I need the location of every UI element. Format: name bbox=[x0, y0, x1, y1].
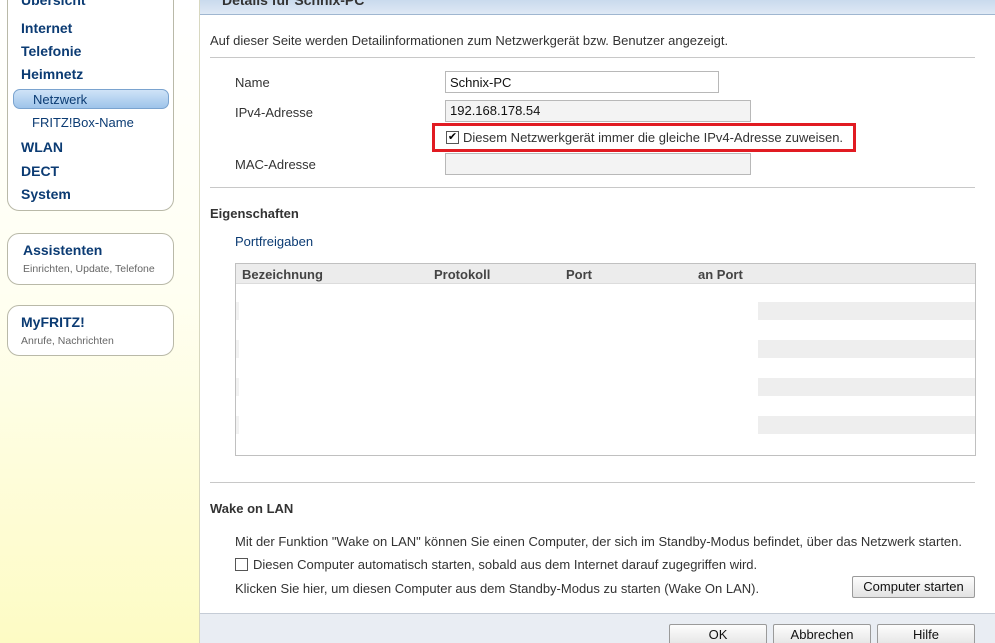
same-ip-checkbox[interactable]: ✔ bbox=[446, 131, 459, 144]
name-input[interactable] bbox=[445, 71, 719, 93]
table-row-stripe bbox=[236, 416, 239, 434]
myfritz-title[interactable]: MyFRITZ! bbox=[21, 314, 85, 330]
main-navigation: Übersicht Internet Telefonie Heimnetz Ne… bbox=[7, 0, 174, 211]
wol-manual-text: Klicken Sie hier, um diesen Computer aus… bbox=[235, 581, 760, 596]
column-header-an-port: an Port bbox=[698, 267, 743, 282]
sidebar: Übersicht Internet Telefonie Heimnetz Ne… bbox=[0, 0, 200, 643]
help-button[interactable]: Hilfe bbox=[877, 624, 975, 643]
table-row-stripe bbox=[758, 416, 975, 434]
divider bbox=[210, 187, 975, 188]
myfritz-box[interactable]: MyFRITZ! Anrufe, Nachrichten bbox=[7, 305, 174, 356]
nav-item-fritzbox-name[interactable]: FRITZ!Box-Name bbox=[32, 115, 134, 130]
assistants-title[interactable]: Assistenten bbox=[23, 242, 102, 258]
nav-item-heimnetz[interactable]: Heimnetz bbox=[21, 66, 83, 82]
myfritz-subtitle: Anrufe, Nachrichten bbox=[21, 335, 114, 347]
assistants-box[interactable]: Assistenten Einrichten, Update, Telefone bbox=[7, 233, 174, 285]
footer-bar: OK Abbrechen Hilfe bbox=[200, 613, 995, 643]
cancel-button[interactable]: Abbrechen bbox=[773, 624, 871, 643]
ok-button[interactable]: OK bbox=[669, 624, 767, 643]
intro-text: Auf dieser Seite werden Detailinformatio… bbox=[210, 33, 729, 48]
nav-item-system[interactable]: System bbox=[21, 186, 71, 202]
table-row-stripe bbox=[758, 378, 975, 396]
column-header-protokoll: Protokoll bbox=[434, 267, 491, 282]
auto-start-label[interactable]: Diesen Computer automatisch starten, sob… bbox=[253, 557, 757, 572]
port-forwarding-table: Bezeichnung Protokoll Port an Port bbox=[235, 263, 976, 456]
wol-description: Mit der Funktion "Wake on LAN" können Si… bbox=[235, 534, 962, 549]
wol-title: Wake on LAN bbox=[210, 501, 294, 516]
details-panel: Auf dieser Seite werden Detailinformatio… bbox=[200, 15, 995, 613]
table-row-stripe bbox=[236, 340, 239, 358]
assistants-subtitle: Einrichten, Update, Telefone bbox=[23, 263, 155, 275]
same-ip-label[interactable]: Diesem Netzwerkgerät immer die gleiche I… bbox=[463, 130, 843, 145]
port-forwarding-link[interactable]: Portfreigaben bbox=[235, 234, 313, 249]
table-row-stripe bbox=[758, 302, 975, 320]
ipv4-label: IPv4-Adresse bbox=[235, 105, 314, 120]
divider bbox=[210, 57, 975, 58]
nav-item-uebersicht[interactable]: Übersicht bbox=[21, 0, 86, 8]
table-header: Bezeichnung Protokoll Port an Port bbox=[236, 264, 975, 284]
table-row-stripe bbox=[236, 378, 239, 396]
page-title: Details für Schnix-PC bbox=[222, 0, 365, 8]
computer-start-button[interactable]: Computer starten bbox=[852, 576, 975, 598]
ipv4-field: 192.168.178.54 bbox=[445, 100, 751, 122]
divider bbox=[210, 482, 975, 483]
column-header-bezeichnung: Bezeichnung bbox=[242, 267, 323, 282]
nav-item-internet[interactable]: Internet bbox=[21, 20, 72, 36]
nav-item-wlan[interactable]: WLAN bbox=[21, 139, 63, 155]
mac-field bbox=[445, 153, 751, 175]
panel-header: Details für Schnix-PC bbox=[200, 0, 995, 15]
column-header-port: Port bbox=[566, 267, 592, 282]
properties-title: Eigenschaften bbox=[210, 206, 299, 221]
nav-item-dect[interactable]: DECT bbox=[21, 163, 59, 179]
table-row-stripe bbox=[236, 302, 239, 320]
mac-label: MAC-Adresse bbox=[235, 157, 316, 172]
nav-item-telefonie[interactable]: Telefonie bbox=[21, 43, 81, 59]
nav-item-netzwerk[interactable]: Netzwerk bbox=[13, 89, 169, 109]
table-row-stripe bbox=[758, 340, 975, 358]
name-label: Name bbox=[235, 75, 270, 90]
auto-start-checkbox[interactable] bbox=[235, 558, 248, 571]
